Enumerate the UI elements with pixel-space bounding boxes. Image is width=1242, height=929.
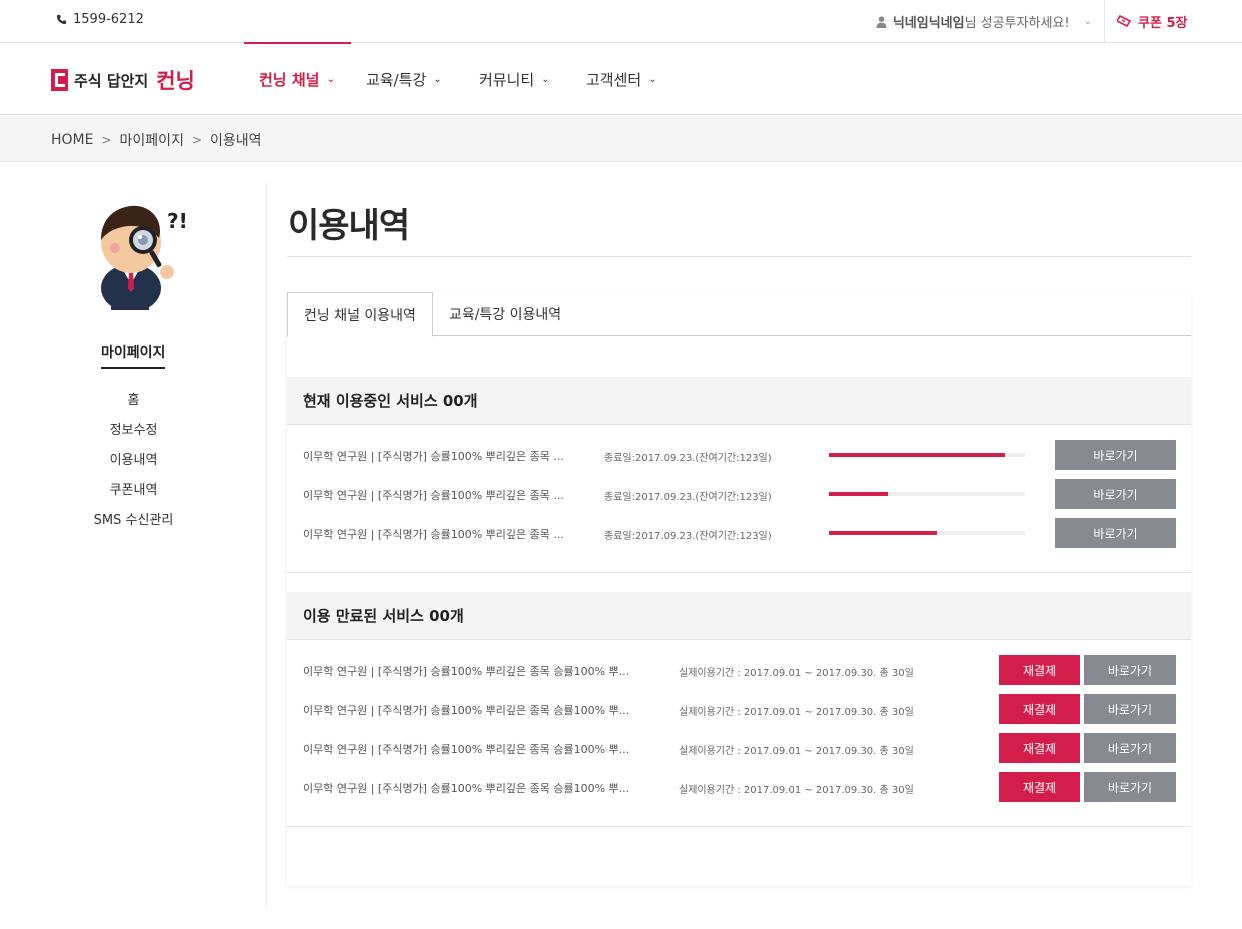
- service-title: 이무학 연구원 | [주식명가] 승률100% 뿌리깊은 종목 승률100% 뿌…: [303, 743, 630, 756]
- go-button[interactable]: 바로가기: [1084, 733, 1176, 763]
- phone-icon: [56, 14, 67, 25]
- expired-service-row: 이무학 연구원 | [주식명가] 승률100% 뿌리깊은 종목 승률100% 뿌…: [287, 768, 1191, 807]
- chevron-down-icon: ⌄: [1083, 16, 1092, 27]
- nav-item-support[interactable]: 고객센터 ⌄: [571, 43, 672, 115]
- mascot-illustration: ?!: [101, 205, 188, 310]
- logo-mark-icon: [51, 69, 68, 91]
- nav-item-channel[interactable]: 컨닝 채널 ⌄: [244, 42, 351, 115]
- service-title: 이무학 연구원 | [주식명가] 승률100% 뿌리깊은 종목 ...: [303, 450, 564, 463]
- user-icon: [876, 16, 887, 28]
- expired-service-row: 이무학 연구원 | [주식명가] 승률100% 뿌리깊은 종목 승률100% 뿌…: [287, 729, 1191, 768]
- progress-fill: [829, 531, 937, 535]
- sidebar-item-coupons[interactable]: 쿠폰내역: [0, 482, 267, 512]
- coupon-count: 쿠폰 5장: [1138, 15, 1188, 31]
- service-usage-period: 실제이용기간 : 2017.09.01 ~ 2017.09.30. 총 30일: [679, 707, 914, 718]
- breadcrumb-mypage[interactable]: 마이페이지: [120, 130, 184, 150]
- go-button[interactable]: 바로가기: [1084, 694, 1176, 724]
- chevron-right-icon: >: [191, 133, 203, 147]
- title-divider: [287, 256, 1191, 257]
- breadcrumb-home[interactable]: HOME: [51, 132, 93, 148]
- expired-service-row: 이무학 연구원 | [주식명가] 승률100% 뿌리깊은 종목 승률100% 뿌…: [287, 651, 1191, 690]
- repay-button[interactable]: 재결제: [999, 733, 1080, 763]
- service-title: 이무학 연구원 | [주식명가] 승률100% 뿌리깊은 종목 승률100% 뿌…: [303, 665, 630, 678]
- service-title: 이무학 연구원 | [주식명가] 승률100% 뿌리깊은 종목 ...: [303, 528, 564, 541]
- section-divider: [287, 826, 1191, 827]
- service-usage-period: 실제이용기간 : 2017.09.01 ~ 2017.09.30. 총 30일: [679, 668, 914, 679]
- chevron-down-icon: ⌄: [326, 73, 335, 85]
- logo-text: 주식 답안지: [74, 71, 149, 90]
- chevron-down-icon: ⌄: [648, 73, 657, 85]
- tab-bar: 컨닝 채널 이용내역 교육/특강 이용내역: [287, 292, 1191, 337]
- current-service-row: 이무학 연구원 | [주식명가] 승률100% 뿌리깊은 종목 ... 종료일:2…: [287, 514, 1191, 553]
- sidebar-title: 마이페이지: [101, 342, 166, 369]
- service-end-date: 종료일:2017.09.23.(잔여기간:123일): [604, 531, 772, 542]
- repay-button[interactable]: 재결제: [999, 655, 1080, 685]
- chevron-down-icon: ⌄: [541, 73, 550, 85]
- svg-text:?!: ?!: [167, 209, 188, 233]
- service-usage-period: 실제이용기간 : 2017.09.01 ~ 2017.09.30. 총 30일: [679, 746, 914, 757]
- chevron-right-icon: >: [101, 133, 112, 147]
- expired-services-heading: 이용 만료된 서비스 00개: [287, 592, 1191, 640]
- coupon-link[interactable]: 쿠폰 5장: [1104, 0, 1242, 42]
- go-button[interactable]: 바로가기: [1084, 655, 1176, 685]
- remaining-progress-bar: [829, 453, 1025, 457]
- main-header: 주식 답안지 컨닝 컨닝 채널 ⌄ 교육/특강 ⌄ 커뮤니티 ⌄ 고객센터 ⌄: [0, 42, 1242, 115]
- top-bar: 1599-6212 닉네임닉네임님 성공투자하세요! ⌄ 쿠폰 5장: [0, 0, 1242, 43]
- go-button[interactable]: 바로가기: [1084, 772, 1176, 802]
- repay-button[interactable]: 재결제: [999, 694, 1080, 724]
- progress-fill: [829, 453, 1006, 457]
- remaining-progress-bar: [829, 492, 1025, 496]
- sidebar-menu: 홈 정보수정 이용내역 쿠폰내역 SMS 수신관리: [0, 392, 267, 542]
- go-button[interactable]: 바로가기: [1055, 518, 1176, 548]
- current-services-heading: 현재 이용중인 서비스 00개: [287, 377, 1191, 425]
- progress-fill: [829, 492, 888, 496]
- service-title: 이무학 연구원 | [주식명가] 승률100% 뿌리깊은 종목 ...: [303, 489, 564, 502]
- tab-channel-usage[interactable]: 컨닝 채널 이용내역: [287, 292, 433, 337]
- sidebar-item-sms[interactable]: SMS 수신관리: [0, 512, 267, 542]
- section-divider: [287, 572, 1191, 573]
- logo-brand: 컨닝: [156, 69, 195, 93]
- sidebar-item-usage[interactable]: 이용내역: [0, 452, 267, 482]
- service-title: 이무학 연구원 | [주식명가] 승률100% 뿌리깊은 종목 승률100% 뿌…: [303, 782, 630, 795]
- repay-button[interactable]: 재결제: [999, 772, 1080, 802]
- breadcrumb: HOME > 마이페이지 > 이용내역: [51, 130, 262, 150]
- nav-item-community[interactable]: 커뮤니티 ⌄: [464, 43, 571, 115]
- go-button[interactable]: 바로가기: [1055, 479, 1176, 509]
- user-nickname: 닉네임닉네임: [892, 16, 965, 31]
- usage-panel: 컨닝 채널 이용내역 교육/특강 이용내역 현재 이용중인 서비스 00개 이무…: [287, 292, 1191, 886]
- nav-label: 고객센터: [586, 70, 642, 89]
- service-usage-period: 실제이용기간 : 2017.09.01 ~ 2017.09.30. 총 30일: [679, 785, 914, 796]
- ticket-icon: [1117, 15, 1131, 27]
- user-greeting[interactable]: 닉네임닉네임님 성공투자하세요! ⌄: [876, 12, 1092, 31]
- breadcrumb-bar: HOME > 마이페이지 > 이용내역: [0, 116, 1242, 162]
- logo[interactable]: 주식 답안지 컨닝: [51, 65, 195, 95]
- sidebar-item-home[interactable]: 홈: [0, 392, 267, 422]
- chevron-down-icon: ⌄: [433, 73, 442, 85]
- user-greeting-text: 님 성공투자하세요!: [964, 16, 1070, 31]
- nav-item-education[interactable]: 교육/특강 ⌄: [351, 43, 464, 115]
- current-service-row: 이무학 연구원 | [주식명가] 승률100% 뿌리깊은 종목 ... 종료일:2…: [287, 475, 1191, 514]
- nav-label: 교육/특강: [366, 70, 427, 89]
- service-title: 이무학 연구원 | [주식명가] 승률100% 뿌리깊은 종목 승률100% 뿌…: [303, 704, 630, 717]
- service-end-date: 종료일:2017.09.23.(잔여기간:123일): [604, 453, 772, 464]
- sidebar: ?! 마이페이지 홈 정보수정 이용내역 쿠폰내역 SMS 수신관리: [0, 182, 267, 907]
- service-end-date: 종료일:2017.09.23.(잔여기간:123일): [604, 492, 772, 503]
- page-title: 이용내역: [288, 206, 410, 246]
- remaining-progress-bar: [829, 531, 1025, 535]
- nav-label: 컨닝 채널: [259, 70, 320, 89]
- phone-text: 1599-6212: [73, 12, 144, 27]
- tab-education-usage[interactable]: 교육/특강 이용내역: [433, 292, 577, 336]
- expired-service-row: 이무학 연구원 | [주식명가] 승률100% 뿌리깊은 종목 승률100% 뿌…: [287, 690, 1191, 729]
- nav-label: 커뮤니티: [479, 70, 535, 89]
- phone-number: 1599-6212: [56, 12, 144, 27]
- sidebar-item-edit-info[interactable]: 정보수정: [0, 422, 267, 452]
- go-button[interactable]: 바로가기: [1055, 440, 1176, 470]
- global-nav: 컨닝 채널 ⌄ 교육/특강 ⌄ 커뮤니티 ⌄ 고객센터 ⌄: [244, 42, 672, 115]
- breadcrumb-current: 이용내역: [210, 133, 262, 149]
- current-service-row: 이무학 연구원 | [주식명가] 승률100% 뿌리깊은 종목 ... 종료일:2…: [287, 436, 1191, 475]
